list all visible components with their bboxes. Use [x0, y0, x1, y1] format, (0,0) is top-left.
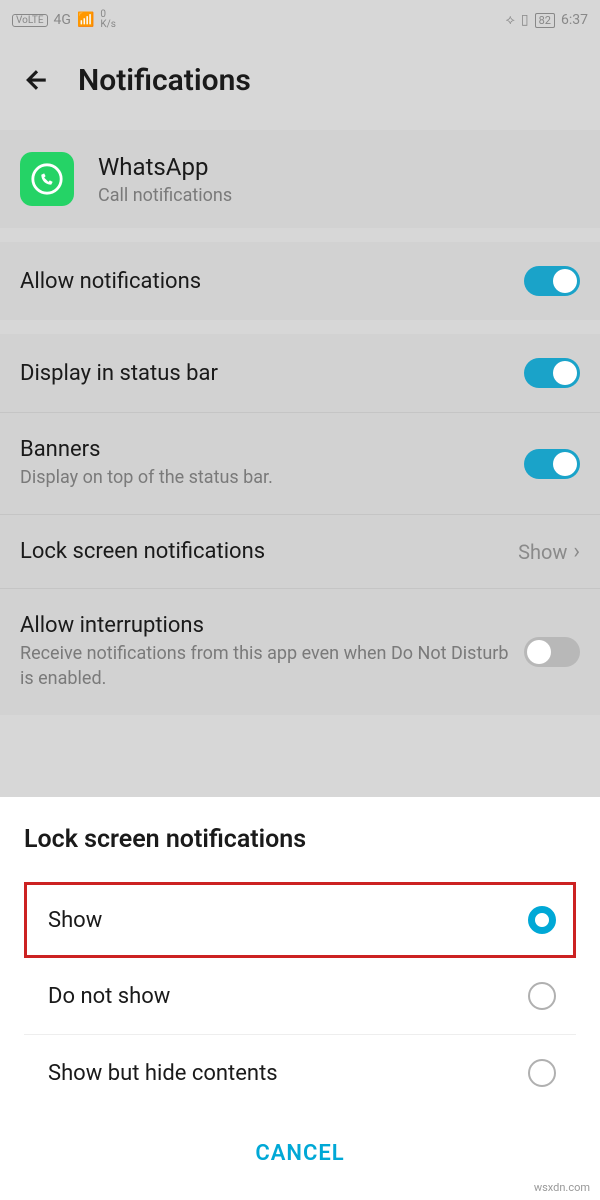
dialog-title: Lock screen notifications [0, 825, 600, 882]
chevron-right-icon: › [573, 539, 580, 564]
whatsapp-icon [20, 152, 74, 206]
status-right: ⟡ ▯ 82 6:37 [506, 12, 588, 28]
back-arrow-icon [22, 65, 52, 95]
setting-label: Banners [20, 437, 524, 462]
setting-interruptions[interactable]: Allow interruptions Receive notification… [0, 589, 600, 715]
option-do-not-show[interactable]: Do not show [24, 958, 576, 1035]
volte-indicator: VoLTE [12, 14, 48, 27]
clock: 6:37 [561, 12, 588, 28]
setting-label: Allow notifications [20, 269, 524, 294]
radio-selected-icon[interactable] [528, 906, 556, 934]
setting-label: Allow interruptions [20, 613, 524, 638]
option-label: Show [48, 908, 102, 933]
radio-icon[interactable] [528, 1059, 556, 1087]
phone-icon [30, 162, 64, 196]
setting-banners[interactable]: Banners Display on top of the status bar… [0, 413, 600, 515]
setting-sublabel: Display on top of the status bar. [20, 466, 524, 490]
header: Notifications [0, 40, 600, 120]
setting-label: Lock screen notifications [20, 539, 518, 564]
lockscreen-dialog: Lock screen notifications Show Do not sh… [0, 797, 600, 1200]
option-label: Do not show [48, 984, 170, 1009]
setting-value: Show [518, 540, 567, 564]
toggle-interruptions[interactable] [524, 637, 580, 667]
page-title: Notifications [78, 63, 251, 98]
app-header-row: WhatsApp Call notifications [0, 130, 600, 228]
radio-icon[interactable] [528, 982, 556, 1010]
network-indicator: 4G [54, 12, 71, 28]
toggle-display-statusbar[interactable] [524, 358, 580, 388]
status-bar: VoLTE 4G 📶 0 K/s ⟡ ▯ 82 6:37 [0, 0, 600, 40]
app-subtitle: Call notifications [98, 185, 232, 206]
setting-display-statusbar[interactable]: Display in status bar [0, 334, 600, 413]
option-hide-contents[interactable]: Show but hide contents [24, 1035, 576, 1111]
net-speed-unit: K/s [100, 20, 116, 30]
toggle-banners[interactable] [524, 449, 580, 479]
option-label: Show but hide contents [48, 1061, 278, 1086]
app-name: WhatsApp [98, 153, 232, 181]
option-show[interactable]: Show [24, 882, 576, 958]
status-left: VoLTE 4G 📶 0 K/s [12, 10, 116, 30]
setting-label: Display in status bar [20, 361, 524, 386]
battery-icon: 82 [535, 13, 555, 28]
signal-icon: 📶 [77, 12, 94, 28]
toggle-allow-notifications[interactable] [524, 266, 580, 296]
vibrate-icon: ▯ [521, 12, 529, 28]
bluetooth-icon: ⟡ [506, 12, 515, 28]
setting-allow-notifications[interactable]: Allow notifications [0, 242, 600, 320]
setting-lockscreen[interactable]: Lock screen notifications Show › [0, 515, 600, 589]
setting-sublabel: Receive notifications from this app even… [20, 642, 524, 691]
watermark: wsxdn.com [534, 1181, 590, 1194]
back-button[interactable] [20, 63, 54, 97]
cancel-button[interactable]: CANCEL [0, 1111, 600, 1200]
